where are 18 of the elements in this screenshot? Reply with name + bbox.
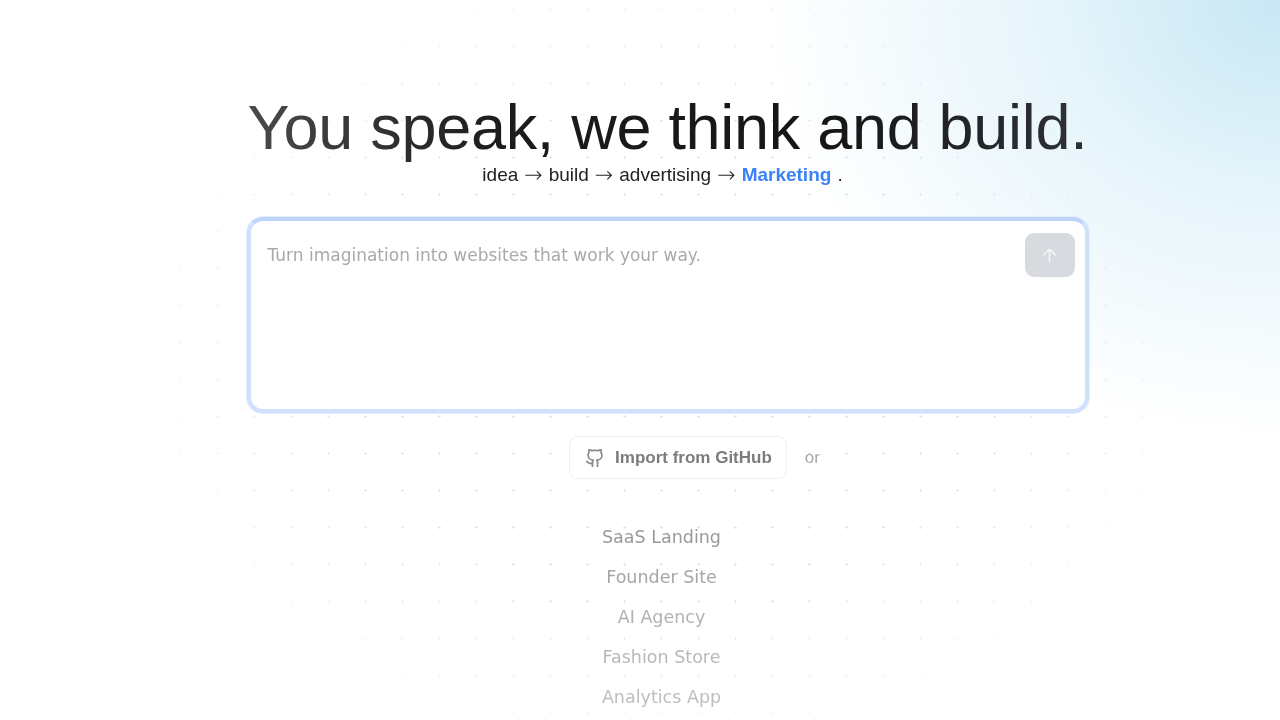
github-icon [586,448,605,467]
prompt-field[interactable]: Turn imagination into websites that work your way. [246,217,1089,413]
suggestion-link[interactable]: AI Agency [617,597,706,637]
highlighted-word: Marketing [741,163,832,187]
tagline-word: advertising [619,163,712,187]
arrow-text: → [524,163,543,187]
tagline-word: build [548,163,589,187]
arrow-text: → [717,163,736,187]
arrow-text: → [594,163,614,187]
suggestion-link[interactable]: Analytics App [601,677,722,717]
tagline-word: . [837,163,843,187]
tagline-word: idea [482,163,519,187]
import-github-button[interactable]: Import from GitHub [569,436,787,479]
or-text: or [804,447,820,468]
suggestion-link[interactable]: SaaS Landing [602,517,721,557]
suggestion-link[interactable]: Fashion Store [602,637,721,677]
suggestion-link[interactable]: Founder Site [606,557,717,597]
arrow-up-icon [1043,248,1056,262]
